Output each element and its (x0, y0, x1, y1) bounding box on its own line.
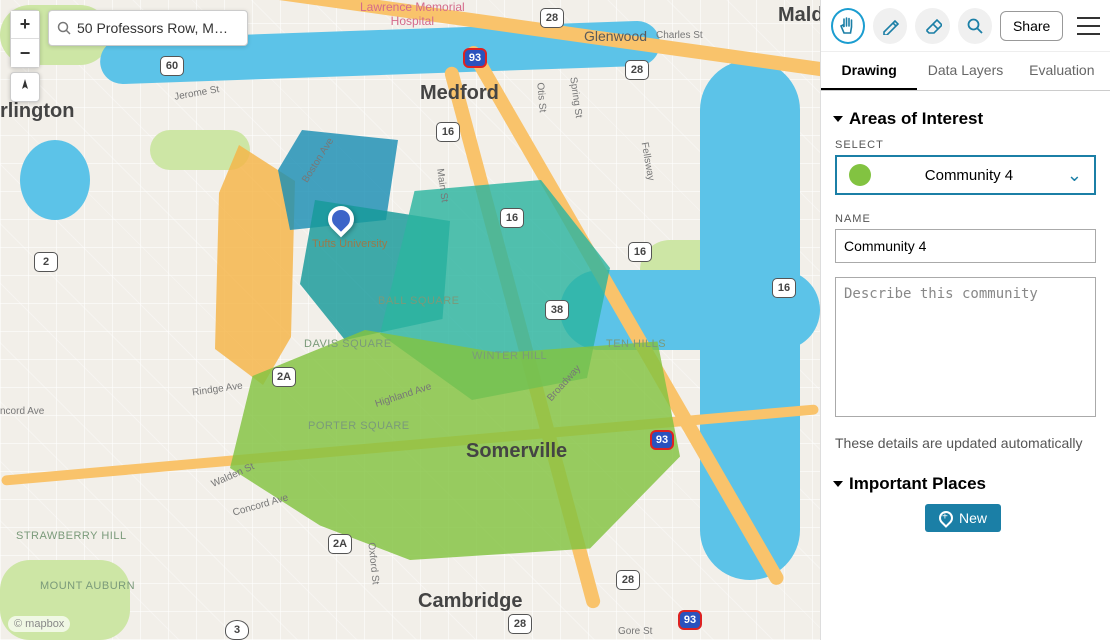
section-areas-of-interest[interactable]: Areas of Interest (835, 109, 1096, 129)
shield-16: 16 (436, 122, 460, 142)
attribution: © mapbox (8, 616, 70, 632)
shield-2A: 2A (328, 534, 352, 554)
shield-2A: 2A (272, 367, 296, 387)
tool-inspect[interactable] (958, 8, 992, 44)
shield-i93: 93 (678, 610, 702, 630)
section-important-places[interactable]: Important Places (835, 474, 1096, 494)
chevron-down-icon: ⌄ (1067, 165, 1082, 186)
community-description-input[interactable] (835, 277, 1096, 417)
search-icon (57, 21, 71, 35)
auto-update-hint: These details are updated automatically (835, 434, 1096, 454)
road-gore: Gore St (618, 626, 652, 637)
menu-button[interactable] (1077, 14, 1100, 38)
shield-28: 28 (540, 8, 564, 28)
zoom-out-button[interactable]: − (11, 39, 39, 67)
shield-2: 2 (34, 252, 58, 272)
shield-i93: 93 (650, 430, 674, 450)
compass-button[interactable] (10, 72, 40, 102)
map-canvas[interactable]: Medford Somerville Cambridge Glenwood rl… (0, 0, 820, 640)
search-input[interactable] (77, 20, 239, 36)
shield-16: 16 (500, 208, 524, 228)
shield-38: 38 (545, 300, 569, 320)
shield-i93: 93 (463, 48, 487, 68)
new-place-button[interactable]: New (925, 504, 1001, 532)
new-place-label: New (959, 510, 987, 526)
tool-pan[interactable] (831, 8, 865, 44)
community-name-input[interactable] (835, 229, 1096, 263)
shield-16: 16 (772, 278, 796, 298)
community-color-dot (849, 164, 871, 186)
section-title: Areas of Interest (849, 109, 983, 129)
zoom-in-button[interactable]: + (11, 11, 39, 39)
shield-28: 28 (616, 570, 640, 590)
tool-draw[interactable] (873, 8, 907, 44)
side-panel: Share Drawing Data Layers Evaluation Are… (820, 0, 1110, 640)
shield-28: 28 (625, 60, 649, 80)
label-name: NAME (835, 213, 1096, 225)
search-box (48, 10, 248, 46)
tab-drawing[interactable]: Drawing (821, 52, 917, 90)
label-select: SELECT (835, 139, 1096, 151)
tab-data-layers[interactable]: Data Layers (917, 52, 1013, 90)
community-select[interactable]: Community 4 ⌄ (835, 155, 1096, 195)
shield-60: 60 (160, 56, 184, 76)
community-select-label: Community 4 (883, 167, 1055, 184)
pin-plus-icon (936, 508, 956, 528)
section-title: Important Places (849, 474, 986, 494)
share-button[interactable]: Share (1000, 11, 1063, 41)
shield-us3: 3 (225, 620, 249, 640)
tab-bar: Drawing Data Layers Evaluation (821, 52, 1110, 91)
tab-evaluation[interactable]: Evaluation (1014, 52, 1110, 90)
road-charles: Charles St (656, 30, 703, 41)
tool-erase[interactable] (915, 8, 949, 44)
panel-body: Areas of Interest SELECT Community 4 ⌄ N… (821, 91, 1110, 640)
toolbar: Share (821, 0, 1110, 52)
caret-icon (833, 481, 843, 487)
zoom-control: + − (10, 10, 40, 68)
shield-28: 28 (508, 614, 532, 634)
road-ncord: ncord Ave (0, 406, 44, 417)
shield-16: 16 (628, 242, 652, 262)
caret-icon (833, 116, 843, 122)
